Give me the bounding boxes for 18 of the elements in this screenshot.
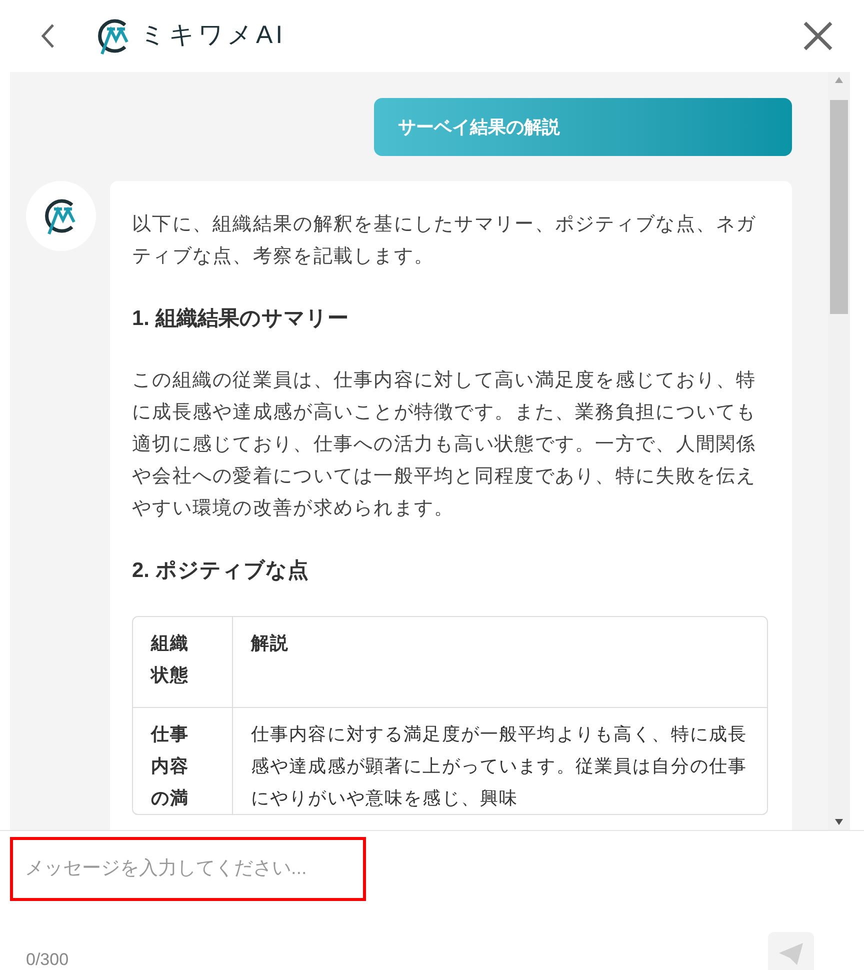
table-cell: 仕事内容に対する満足度が一般平均よりも高く、特に成長感や達成感が顕著に上がっています。従業員は自分の仕事にやりがいや意味を感じ、興味 (233, 707, 767, 814)
section-heading: 2. ポジティブな点 (132, 558, 310, 584)
send-button[interactable] (768, 932, 814, 970)
message-field[interactable]: メッセージを入力してください... (10, 837, 366, 901)
section-heading: 1. 組織結果のサマリー (132, 306, 350, 332)
column-header: 組織状態 (133, 617, 233, 707)
column-header: 解説 (250, 632, 290, 655)
message-paragraph: 以下に、組織結果の解釈を基にしたサマリー、ポジティブな点、ネガティブな点、考察を記載します。 (132, 213, 758, 269)
user-message: サーベイ結果の解説 (374, 98, 792, 156)
scrollbar-thumb[interactable] (830, 100, 848, 314)
logo-text: ミキワメAI (140, 20, 286, 52)
table-cell: 仕事内容の満 (133, 707, 233, 814)
character-counter: 0/300 (26, 948, 69, 970)
scrollbar[interactable] (828, 72, 850, 830)
message-paragraph: この組織の従業員は、仕事内容に対して高い満足度を感じており、特に成長感や達成感が高いことが特徴です。また、業務負担についても適切に感じており、仕事への活力も高い状態です。一方で、人間関係や会社への愛着については一般平均と同程度であり、特に失敗を伝えやすい環境の改善が求められます。 (132, 368, 758, 520)
send-icon (778, 942, 804, 966)
close-icon (803, 21, 833, 51)
back-icon (40, 23, 56, 49)
